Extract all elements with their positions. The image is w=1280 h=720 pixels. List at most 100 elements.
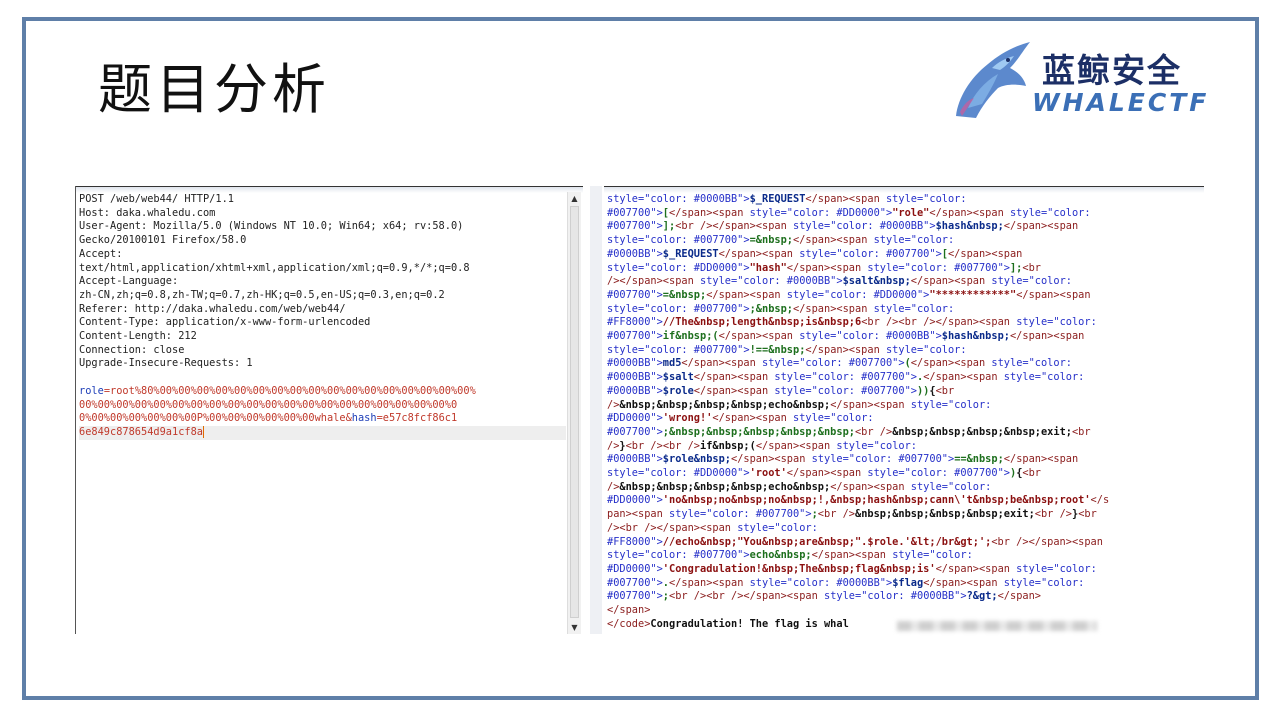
response-token: /> — [607, 439, 620, 452]
scroll-up-icon[interactable]: ▲ — [569, 193, 580, 204]
response-line: #0000BB">$role&nbsp;</span><span style="… — [607, 453, 1204, 467]
response-token: #DD0000"> — [607, 494, 663, 507]
request-editor[interactable]: POST /web/web44/ HTTP/1.1 Host: daka.whal… — [79, 193, 566, 631]
response-token: 'root' — [749, 467, 787, 480]
response-token: //echo&nbsp;"You&nbsp;are&nbsp;".$role.'… — [662, 535, 992, 548]
response-token: </span><span — [669, 206, 750, 219]
response-token: "************" — [929, 288, 1017, 301]
response-token: style="color: #DD0000"> — [749, 206, 893, 219]
response-token: style="color: #007700"> — [607, 234, 750, 247]
response-token: </span><span — [718, 330, 800, 343]
request-header-line: Host: daka.whaledu.com — [79, 206, 216, 219]
response-token: style="color: — [991, 357, 1072, 370]
response-token: $salt&nbsp; — [842, 275, 911, 288]
param-key: hash — [351, 412, 377, 425]
request-panel[interactable]: POST /web/web44/ HTTP/1.1 Host: daka.whal… — [75, 186, 583, 634]
panel-splitter[interactable] — [590, 186, 602, 634]
response-token: style="color: #007700"> — [607, 302, 750, 315]
response-line: #007700">;&nbsp;&nbsp;&nbsp;&nbsp;&nbsp;… — [607, 426, 1204, 440]
response-token: </span><span — [1003, 453, 1079, 466]
response-token: $hash&nbsp; — [941, 330, 1010, 343]
response-token: </span><span — [935, 316, 1017, 329]
response-token: <br /> — [1034, 508, 1072, 521]
response-token: /> — [607, 521, 620, 534]
response-line: /><br /></span><span style="color: — [607, 522, 1204, 536]
response-token: <br /> — [854, 425, 893, 438]
response-token: #0000BB"> — [607, 371, 663, 384]
scrollbar-thumb[interactable] — [570, 206, 579, 618]
response-token: style="color: #007700"> — [867, 467, 1010, 480]
response-line: /></span><span style="color: #0000BB">$s… — [607, 275, 1204, 289]
response-token: $salt — [662, 371, 694, 384]
response-token: <br /> — [861, 316, 899, 329]
response-line: #007700">if&nbsp;(</span><span style="co… — [607, 330, 1204, 344]
scroll-down-icon[interactable]: ▼ — [569, 622, 580, 633]
response-token: </span><span — [947, 247, 1023, 260]
response-token: ;&nbsp;&nbsp;&nbsp;&nbsp;&nbsp; — [662, 425, 855, 438]
response-line: #007700">];<br /></span><span style="col… — [607, 220, 1204, 234]
response-token: <br /> — [625, 439, 663, 452]
response-token: </span><span — [923, 576, 1004, 589]
response-token: #FF8000"> — [607, 535, 663, 548]
response-token: style="color: — [793, 412, 874, 425]
response-token: <br — [1078, 508, 1097, 521]
response-line: #0000BB">$_REQUEST</span><span style="co… — [607, 248, 1204, 262]
response-line: style="color: #007700">echo&nbsp;</span>… — [607, 549, 1204, 563]
response-token: </span><span — [786, 261, 868, 274]
response-token: #DD0000"> — [607, 412, 663, 425]
response-token: </span> — [607, 604, 651, 617]
response-token: </span><span — [910, 275, 992, 288]
response-panel[interactable]: style="color: #0000BB">$_REQUEST</span><… — [604, 186, 1204, 636]
whale-logo-icon — [956, 42, 1030, 118]
redacted-flag — [897, 621, 1097, 631]
response-token: </span><span — [681, 357, 762, 370]
response-token: </span><span — [910, 357, 992, 370]
response-token: style="color: — [991, 275, 1072, 288]
response-token: <br — [1022, 467, 1041, 480]
request-header-line: Upgrade-Insecure-Requests: 1 — [79, 357, 253, 370]
response-token: </span> — [997, 590, 1041, 603]
response-token: </span><span — [830, 398, 911, 411]
request-header-line: text/html,application/xhtml+xml,applicat… — [79, 261, 470, 274]
request-header-line: Connection: close — [79, 343, 185, 356]
response-token: style="color: — [1003, 371, 1085, 384]
response-token: style="color: #DD0000"> — [607, 261, 750, 274]
response-token: &nbsp;&nbsp;&nbsp;&nbsp;echo&nbsp; — [619, 480, 831, 493]
response-token: </span><span — [923, 371, 1004, 384]
response-token: </span><span — [793, 302, 874, 315]
response-line: #007700">.</span><span style="color: #00… — [607, 577, 1204, 591]
response-token: </code> — [607, 617, 651, 630]
response-token: <br /> — [662, 439, 701, 452]
response-token: <br /> — [898, 316, 936, 329]
request-body-line-current: 6e849c878654d9a1cf8a — [79, 425, 566, 440]
response-token: <br — [935, 384, 955, 397]
response-token: style="color: #007700"> — [774, 371, 917, 384]
response-token: </span><span — [731, 453, 812, 466]
whalectf-logo: 蓝鲸安全 WHALECTF — [948, 38, 1238, 122]
response-token: </span><span — [805, 193, 886, 205]
response-token: </span><span — [693, 371, 775, 384]
response-viewer[interactable]: style="color: #0000BB">$_REQUEST</span><… — [607, 193, 1204, 633]
response-token: ?&gt; — [966, 590, 998, 603]
response-token: style="color: — [892, 549, 973, 562]
response-line: #0000BB">$role</span><span style="color:… — [607, 385, 1204, 399]
response-token: <br /> — [706, 590, 744, 603]
response-line: style="color: #0000BB">$_REQUEST</span><… — [607, 193, 1204, 207]
response-token: </span><span — [743, 590, 824, 603]
response-token: <br /> — [619, 521, 657, 534]
request-headers: POST /web/web44/ HTTP/1.1 Host: daka.whal… — [79, 193, 566, 371]
response-token: Congradulation! The flag is whal — [650, 617, 849, 630]
response-token: </span><span — [1003, 220, 1079, 233]
response-token: </span><span — [786, 467, 868, 480]
response-token: style="color: #007700"> — [811, 453, 955, 466]
response-token: style="color: #DD0000"> — [607, 467, 750, 480]
response-token: style="color: #007700"> — [774, 384, 917, 397]
response-token: style="color: #0000BB"> — [799, 330, 942, 343]
response-token: <br — [1022, 261, 1041, 274]
response-token: #FF8000"> — [607, 316, 663, 329]
request-scrollbar[interactable]: ▲ ▼ — [567, 192, 581, 634]
request-body-line: role=root%80%00%00%00%00%00%00%00%00%00%… — [79, 384, 476, 397]
response-token: pan><span — [607, 508, 669, 521]
request-header-line: User-Agent: Mozilla/5.0 (Windows NT 10.0… — [79, 220, 464, 233]
response-token: "role" — [892, 206, 930, 219]
